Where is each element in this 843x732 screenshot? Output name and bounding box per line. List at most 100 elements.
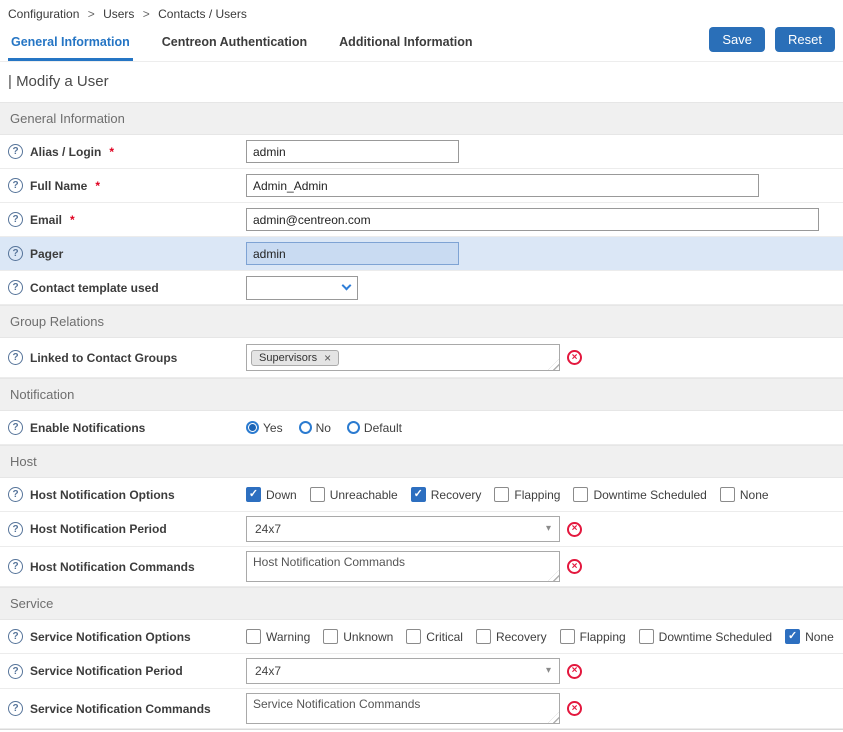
checkbox-service-none[interactable]: ✓ None	[785, 629, 834, 644]
help-icon[interactable]: ?	[8, 178, 23, 193]
checkbox-service-flapping[interactable]: ✓ Flapping	[560, 629, 626, 644]
checkbox-service-recovery[interactable]: ✓ Recovery	[476, 629, 547, 644]
field-label: Enable Notifications	[30, 421, 145, 435]
reset-button[interactable]: Reset	[775, 27, 835, 52]
field-label: Pager	[30, 247, 63, 261]
breadcrumb-users[interactable]: Users	[103, 7, 134, 21]
help-icon[interactable]: ?	[8, 144, 23, 159]
checkbox-service-warning[interactable]: ✓ Warning	[246, 629, 310, 644]
tab-additional-information[interactable]: Additional Information	[336, 26, 475, 61]
checkbox-label: Unknown	[343, 630, 393, 644]
field-label: Host Notification Period	[30, 522, 167, 536]
checkbox-label: Recovery	[431, 488, 482, 502]
checkbox-host-unreachable[interactable]: ✓ Unreachable	[310, 487, 398, 502]
field-label-cell: ? Service Notification Commands	[8, 701, 246, 716]
radio-yes[interactable]: Yes	[246, 421, 283, 435]
field-label-cell: ? Full Name *	[8, 178, 246, 193]
placeholder-text: Host Notification Commands	[253, 555, 405, 569]
field-label: Service Notification Options	[30, 630, 191, 644]
checkbox-service-unknown[interactable]: ✓ Unknown	[323, 629, 393, 644]
checkbox-host-flapping[interactable]: ✓ Flapping	[494, 487, 560, 502]
field-row-full-name: ? Full Name *	[0, 169, 843, 203]
help-icon[interactable]: ?	[8, 212, 23, 227]
field-row-service-notification-options: ? Service Notification Options ✓ Warning…	[0, 620, 843, 654]
field-label: Contact template used	[30, 281, 159, 295]
resize-handle[interactable]	[548, 359, 559, 370]
contact-template-select[interactable]	[246, 276, 358, 300]
field-label-cell: ? Host Notification Period	[8, 522, 246, 537]
help-icon[interactable]: ?	[8, 420, 23, 435]
checkbox-label: Recovery	[496, 630, 547, 644]
clear-host-period-icon[interactable]: ×	[567, 522, 582, 537]
breadcrumb-configuration[interactable]: Configuration	[8, 7, 79, 21]
help-icon[interactable]: ?	[8, 350, 23, 365]
help-icon[interactable]: ?	[8, 629, 23, 644]
resize-handle[interactable]	[548, 712, 559, 723]
radio-default[interactable]: Default	[347, 421, 402, 435]
caret-down-icon: ▾	[546, 524, 551, 534]
field-row-host-notification-commands: ? Host Notification Commands Host Notifi…	[0, 547, 843, 587]
checkbox-host-none[interactable]: ✓ None	[720, 487, 769, 502]
field-row-enable-notifications: ? Enable Notifications Yes No Default	[0, 411, 843, 445]
field-label-cell: ? Email *	[8, 212, 246, 227]
field-label-cell: ? Contact template used	[8, 280, 246, 295]
selected-value: 24x7	[255, 664, 281, 678]
checkbox-service-downtime-scheduled[interactable]: ✓ Downtime Scheduled	[639, 629, 772, 644]
checkbox-service-critical[interactable]: ✓ Critical	[406, 629, 463, 644]
field-row-host-notification-options: ? Host Notification Options ✓ Down ✓ Unr…	[0, 478, 843, 512]
contact-groups-multiselect[interactable]: Supervisors ×	[246, 344, 560, 371]
service-notification-period-select[interactable]: 24x7 ▾	[246, 658, 560, 684]
checkbox-icon: ✓	[573, 487, 588, 502]
help-icon[interactable]: ?	[8, 664, 23, 679]
email-input[interactable]	[246, 208, 819, 231]
field-input-cell: Host Notification Commands ×	[246, 551, 835, 582]
clear-service-commands-icon[interactable]: ×	[567, 701, 582, 716]
field-label-cell: ? Host Notification Commands	[8, 559, 246, 574]
field-input-cell	[246, 174, 835, 197]
help-icon[interactable]: ?	[8, 522, 23, 537]
help-icon[interactable]: ?	[8, 246, 23, 261]
tab-centreon-authentication[interactable]: Centreon Authentication	[159, 26, 310, 61]
checkbox-label: None	[740, 488, 769, 502]
checkbox-label: Downtime Scheduled	[659, 630, 772, 644]
checkbox-host-recovery[interactable]: ✓ Recovery	[411, 487, 482, 502]
field-input-cell: 24x7 ▾ ×	[246, 658, 835, 684]
checkbox-icon: ✓	[785, 629, 800, 644]
check-icon: ✓	[788, 631, 797, 642]
host-notification-commands-input[interactable]: Host Notification Commands	[246, 551, 560, 582]
help-icon[interactable]: ?	[8, 487, 23, 502]
help-icon[interactable]: ?	[8, 701, 23, 716]
clear-host-commands-icon[interactable]: ×	[567, 559, 582, 574]
checkbox-label: Unreachable	[330, 488, 398, 502]
radio-no[interactable]: No	[299, 421, 331, 435]
checkbox-host-down[interactable]: ✓ Down	[246, 487, 297, 502]
field-row-alias-login: ? Alias / Login *	[0, 135, 843, 169]
host-notification-period-select[interactable]: 24x7 ▾	[246, 516, 560, 542]
section-notification: Notification	[0, 378, 843, 411]
pager-input[interactable]	[246, 242, 459, 265]
help-icon[interactable]: ?	[8, 280, 23, 295]
clear-service-period-icon[interactable]: ×	[567, 664, 582, 679]
required-asterisk: *	[95, 179, 100, 193]
field-label: Service Notification Period	[30, 664, 183, 678]
field-label-cell: ? Alias / Login *	[8, 144, 246, 159]
section-service: Service	[0, 587, 843, 620]
checkbox-icon: ✓	[310, 487, 325, 502]
field-input-cell: 24x7 ▾ ×	[246, 516, 835, 542]
breadcrumb-contacts-users[interactable]: Contacts / Users	[158, 7, 247, 21]
tab-bar: General Information Centreon Authenticat…	[8, 26, 475, 61]
checkbox-label: Flapping	[514, 488, 560, 502]
caret-down-icon: ▾	[546, 666, 551, 676]
service-notification-commands-input[interactable]: Service Notification Commands	[246, 693, 560, 724]
checkbox-host-downtime-scheduled[interactable]: ✓ Downtime Scheduled	[573, 487, 706, 502]
field-label-cell: ? Linked to Contact Groups	[8, 350, 246, 365]
help-icon[interactable]: ?	[8, 559, 23, 574]
tab-general-information[interactable]: General Information	[8, 26, 133, 61]
save-button[interactable]: Save	[709, 27, 765, 52]
chip-remove-icon[interactable]: ×	[324, 352, 331, 364]
alias-login-input[interactable]	[246, 140, 459, 163]
clear-contact-groups-icon[interactable]: ×	[567, 350, 582, 365]
resize-handle[interactable]	[548, 570, 559, 581]
full-name-input[interactable]	[246, 174, 759, 197]
check-icon: ✓	[414, 489, 423, 500]
